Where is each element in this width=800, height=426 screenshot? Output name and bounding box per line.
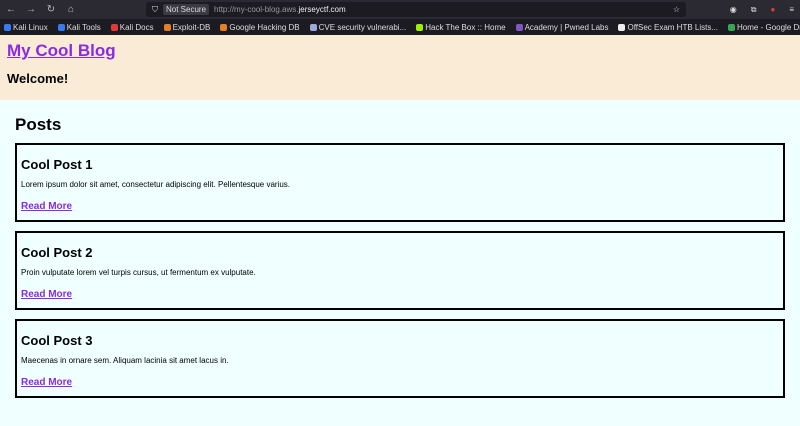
bookmark-item[interactable]: Hack The Box :: Home (416, 22, 506, 32)
account-icon[interactable]: ◉ (730, 5, 737, 15)
read-more-link[interactable]: Read More (21, 377, 72, 388)
post-title: Cool Post 1 (21, 157, 93, 172)
posts-heading: Posts (15, 115, 62, 134)
bookmark-item[interactable]: Exploit-DB (163, 22, 211, 32)
bookmark-favicon-icon (309, 23, 317, 31)
reload-icon[interactable]: ↻ (46, 4, 56, 15)
bookmark-label: Home - Google Drive (737, 22, 800, 32)
bookmark-item[interactable]: Kali Tools (57, 22, 101, 32)
bookmark-item[interactable]: OffSec Exam HTB Lists... (618, 23, 718, 32)
bookmark-label: CVE security vulnerabi... (318, 22, 407, 32)
browser-chrome: ← → ↻ ⌂ ⛉ Not Secure http://my-cool-blog… (0, 0, 800, 35)
post-card: Cool Post 2 Proin vulputate lorem vel tur… (15, 231, 785, 310)
read-more-link[interactable]: Read More (21, 289, 72, 300)
posts-section: Posts Cool Post 1 Lorem ipsum dolor sit a… (0, 100, 800, 422)
url-domain: jerseyctf.com (298, 5, 346, 14)
extension-red-icon[interactable]: ● (770, 5, 775, 15)
bookmark-label: Kali Tools (66, 22, 101, 32)
post-excerpt: Lorem ipsum dolor sit amet, consectetur … (21, 180, 291, 189)
bookmark-favicon-icon (416, 23, 424, 31)
bookmark-favicon-icon (110, 23, 118, 31)
bookmark-favicon-icon (57, 23, 65, 31)
bookmark-item[interactable]: Kali Linux (4, 23, 48, 32)
bookmark-label: Google Hacking DB (229, 22, 300, 32)
bookmark-favicon-icon (4, 23, 11, 31)
bookmark-star-icon[interactable]: ☆ (673, 5, 680, 14)
back-icon[interactable]: ← (6, 4, 16, 15)
not-secure-badge[interactable]: Not Secure (163, 4, 210, 15)
nav-bar: ← → ↻ ⌂ ⛉ Not Secure http://my-cool-blog… (0, 0, 800, 19)
post-card: Cool Post 3 Maecenas in ornare sem. Aliqu… (15, 319, 785, 398)
bookmark-label: Academy | Pwned Labs (524, 22, 609, 32)
post-excerpt: Maecenas in ornare sem. Aliquam lacinia … (21, 356, 229, 365)
bookmark-favicon-icon (515, 23, 523, 31)
site-title-link[interactable]: My Cool Blog (7, 41, 116, 60)
bookmark-item[interactable]: Academy | Pwned Labs (515, 22, 609, 32)
bookmark-item[interactable]: Home - Google Drive (728, 23, 800, 32)
bookmark-favicon-icon (618, 23, 626, 31)
url-text[interactable]: http://my-cool-blog.aws.jerseyctf.com (214, 5, 346, 14)
post-title: Cool Post 3 (21, 333, 93, 348)
bookmark-label: OffSec Exam HTB Lists... (627, 22, 719, 32)
bookmark-label: Kali Docs (119, 22, 154, 32)
shield-icon[interactable]: ⛉ (152, 5, 158, 15)
bookmarks-bar: Kali Linux Kali Tools Kali Docs Exploit-DB G… (0, 19, 800, 35)
url-bar[interactable]: ⛉ Not Secure http://my-cool-blog.aws.jer… (146, 2, 686, 17)
bookmark-favicon-icon (220, 23, 228, 31)
forward-icon[interactable]: → (26, 4, 36, 15)
extensions-icon[interactable]: ⧉ (751, 5, 757, 15)
bookmark-label: Kali Linux (13, 22, 48, 32)
post-title: Cool Post 2 (21, 245, 93, 260)
welcome-heading: Welcome! (7, 71, 69, 86)
site-header: My Cool Blog Welcome! (0, 35, 800, 100)
bookmark-item[interactable]: Kali Docs (110, 22, 154, 32)
menu-icon[interactable]: ≡ (789, 5, 794, 15)
bookmark-favicon-icon (728, 23, 736, 31)
bookmark-label: Exploit-DB (172, 22, 211, 32)
bookmark-item[interactable]: CVE security vulnerabi... (309, 22, 407, 32)
bookmark-label: Hack The Box :: Home (425, 22, 506, 32)
home-icon[interactable]: ⌂ (66, 4, 76, 15)
url-prefix: http://my-cool-blog.aws. (214, 5, 299, 14)
post-excerpt: Proin vulputate lorem vel turpis cursus,… (21, 268, 256, 277)
bookmark-favicon-icon (163, 23, 171, 31)
read-more-link[interactable]: Read More (21, 201, 72, 212)
post-card: Cool Post 1 Lorem ipsum dolor sit amet, c… (15, 143, 785, 222)
bookmark-item[interactable]: Google Hacking DB (220, 22, 300, 32)
